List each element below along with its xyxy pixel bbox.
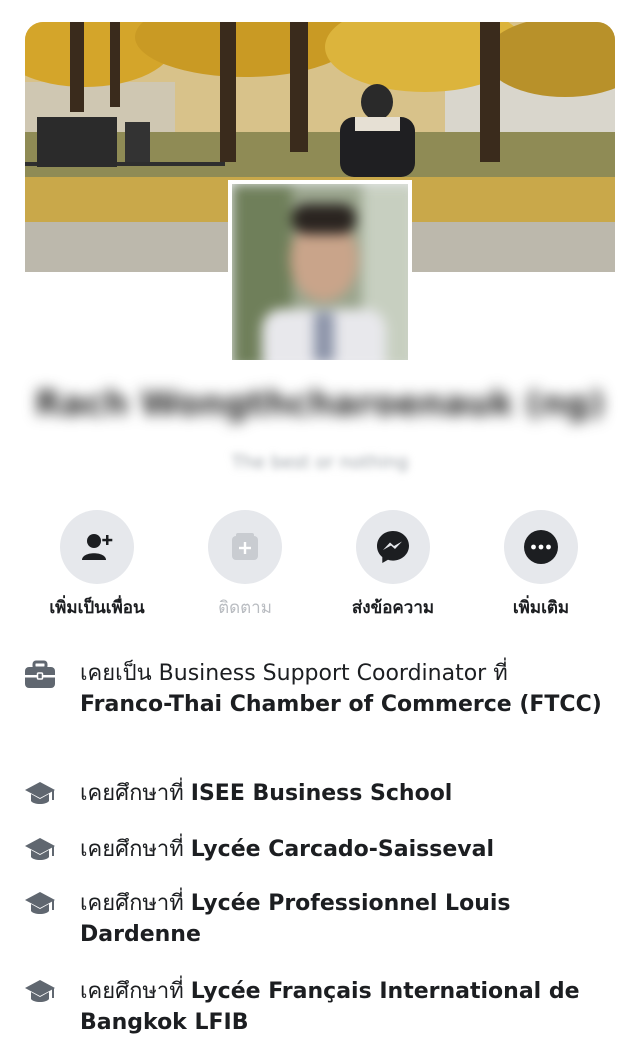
education-prefix: เคยศึกษาที่ xyxy=(80,979,184,1004)
add-friend-icon xyxy=(82,534,113,560)
more-label: เพิ่มเติม xyxy=(512,598,570,618)
follow-button[interactable]: ติดตาม xyxy=(170,510,320,621)
add-friend-label: เพิ่มเป็นเพื่อน xyxy=(49,598,145,618)
more-button[interactable]: เพิ่มเติม xyxy=(466,510,616,621)
education-prefix: เคยศึกษาที่ xyxy=(80,891,184,916)
send-message-button[interactable]: ส่งข้อความ xyxy=(318,510,468,621)
education-school[interactable]: Lycée Carcado-Saisseval xyxy=(191,837,494,862)
work-prefix: เคยเป็น xyxy=(80,661,152,686)
profile-picture-image xyxy=(232,184,408,360)
profile-actions: เพิ่มเป็นเพื่อน ติดตาม ส่งข้อความ เพิ่มเ… xyxy=(0,510,640,620)
profile-bio: The best or nothing xyxy=(231,452,409,473)
education-item[interactable]: เคยศึกษาที่ Lycée Français International… xyxy=(24,976,614,1037)
work-item[interactable]: เคยเป็น Business Support Coordinator ที่… xyxy=(24,658,614,720)
education-item[interactable]: เคยศึกษาที่ ISEE Business School xyxy=(24,778,614,812)
education-item[interactable]: เคยศึกษาที่ Lycée Carcado-Saisseval xyxy=(24,834,614,868)
briefcase-icon xyxy=(25,660,55,688)
graduation-cap-icon xyxy=(25,892,55,914)
send-message-label: ส่งข้อความ xyxy=(351,598,435,618)
follow-icon xyxy=(232,533,258,560)
work-at: ที่ xyxy=(493,661,508,686)
add-friend-button[interactable]: เพิ่มเป็นเพื่อน xyxy=(22,510,172,621)
follow-icon-circle xyxy=(208,510,282,584)
profile-picture[interactable] xyxy=(228,180,412,364)
graduation-cap-icon xyxy=(25,838,55,860)
more-icon-circle xyxy=(504,510,578,584)
more-icon xyxy=(524,530,558,564)
education-school[interactable]: ISEE Business School xyxy=(191,781,453,806)
graduation-cap-icon xyxy=(25,782,55,804)
messenger-icon-circle xyxy=(356,510,430,584)
profile-name: Rach Wongthcharoenauk (ng) xyxy=(35,384,605,424)
work-role: Business Support Coordinator xyxy=(158,661,487,686)
add-friend-icon-circle xyxy=(60,510,134,584)
follow-label: ติดตาม xyxy=(218,598,272,618)
work-company[interactable]: Franco-Thai Chamber of Commerce (FTCC) xyxy=(80,692,602,717)
messenger-icon xyxy=(377,531,409,563)
education-item[interactable]: เคยศึกษาที่ Lycée Professionnel Louis Da… xyxy=(24,888,614,950)
education-prefix: เคยศึกษาที่ xyxy=(80,837,184,862)
education-prefix: เคยศึกษาที่ xyxy=(80,781,184,806)
graduation-cap-icon xyxy=(25,980,55,1002)
